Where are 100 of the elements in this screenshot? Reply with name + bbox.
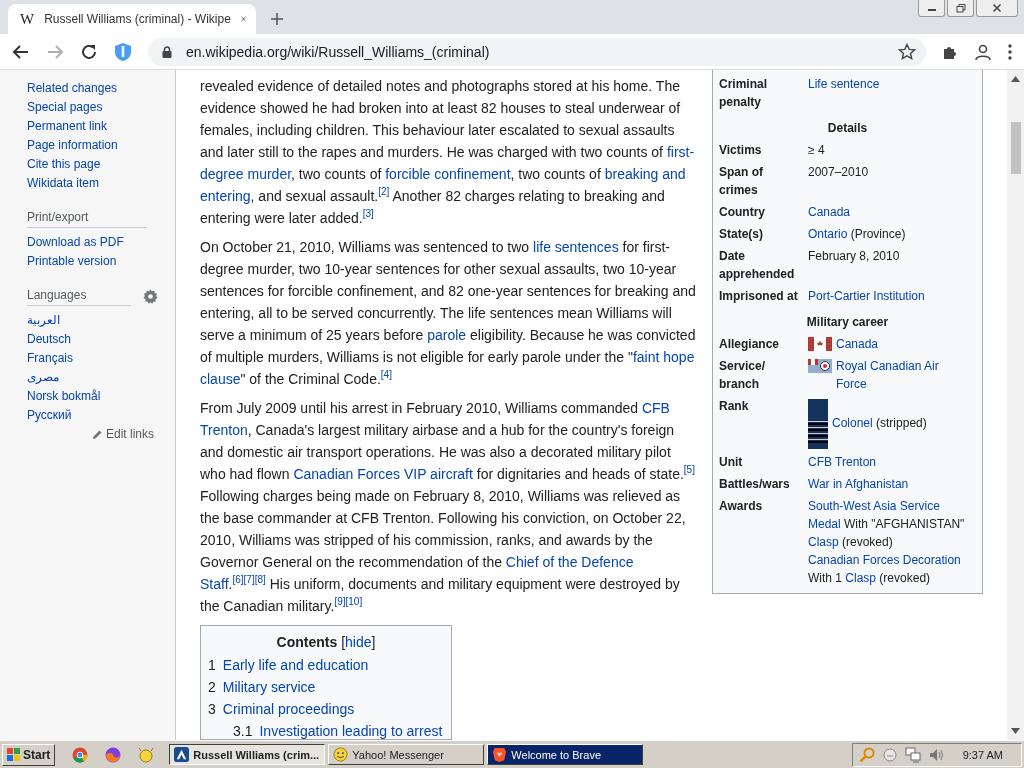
reference-link[interactable]: [10] bbox=[345, 596, 363, 607]
sidebar-heading: Print/export bbox=[27, 208, 147, 228]
infobox-label: Service/ branch bbox=[718, 358, 767, 393]
infobox-section-heading: Military career bbox=[805, 314, 890, 331]
sidebar-link[interactable]: Page information bbox=[27, 136, 175, 155]
article-link[interactable]: life sentences bbox=[533, 239, 619, 255]
infobox-value: (revoked) bbox=[878, 571, 931, 585]
close-icon[interactable] bbox=[240, 14, 246, 24]
sidebar-link[interactable]: Cite this page bbox=[27, 155, 175, 174]
contents-item[interactable]: 2 Military service bbox=[208, 680, 444, 695]
infobox-value: (Province) bbox=[849, 227, 906, 241]
sidebar-link[interactable]: Related changes bbox=[27, 79, 175, 98]
article-link[interactable]: Trenton bbox=[200, 422, 248, 438]
menu-icon[interactable] bbox=[1008, 43, 1012, 60]
reference-link[interactable]: [2] bbox=[378, 186, 390, 197]
hide-link[interactable]: [hide] bbox=[341, 634, 376, 650]
infobox-link[interactable]: Clasp bbox=[845, 571, 877, 585]
language-link[interactable]: العربية bbox=[27, 311, 175, 330]
sidebar-link[interactable]: Permanent link bbox=[27, 117, 175, 136]
infobox-section-heading: Details bbox=[826, 120, 869, 137]
infobox-value: With 1 bbox=[808, 571, 843, 585]
reference-link[interactable]: [9] bbox=[334, 596, 346, 607]
sidebar-link[interactable]: Printable version bbox=[27, 252, 175, 271]
reference-link[interactable]: [4] bbox=[380, 369, 392, 380]
article-link[interactable]: parole bbox=[427, 327, 467, 343]
infobox-label: Criminal penalty bbox=[718, 76, 768, 111]
settings-icon[interactable] bbox=[143, 288, 158, 304]
lion-shield-icon bbox=[492, 747, 508, 762]
browser-tab[interactable]: W Russell Williams (criminal) - Wikipe bbox=[8, 4, 256, 34]
article-link[interactable]: faint hope bbox=[632, 349, 695, 365]
infobox-link[interactable]: CFB Trenton bbox=[808, 455, 877, 469]
reload-icon[interactable] bbox=[80, 42, 98, 61]
network-icon[interactable] bbox=[904, 746, 921, 763]
back-icon[interactable] bbox=[12, 42, 30, 61]
infobox-label: Span of crimes bbox=[718, 164, 764, 199]
infobox-value: ≥ 4 bbox=[808, 143, 825, 157]
scroll-down-icon[interactable] bbox=[1011, 728, 1020, 734]
start-button[interactable]: Start bbox=[2, 743, 56, 766]
infobox-link[interactable]: Royal Canadian Air bbox=[836, 359, 939, 373]
browser-icon[interactable] bbox=[72, 746, 89, 763]
article-link[interactable]: Staff bbox=[200, 576, 229, 592]
sidebar-link[interactable]: Wikidata item bbox=[27, 174, 175, 193]
reference-link[interactable]: [5] bbox=[683, 464, 695, 475]
article-link[interactable]: degree murder bbox=[200, 166, 292, 182]
sidebar-link[interactable]: Special pages bbox=[27, 98, 175, 117]
contents-item[interactable]: 3.1 Investigation leading to arrest bbox=[208, 724, 443, 739]
article-link[interactable]: Canadian Forces VIP aircraft bbox=[293, 466, 473, 482]
edit-links-link[interactable]: Edit links bbox=[106, 427, 155, 441]
infobox-link[interactable]: Life sentence bbox=[808, 77, 880, 91]
speaker-icon[interactable] bbox=[928, 747, 945, 762]
infobox-link[interactable]: Canadian Forces Decoration bbox=[808, 553, 961, 567]
language-link[interactable]: مصرى bbox=[27, 368, 175, 387]
sidebar-link[interactable]: Download as PDF bbox=[27, 233, 175, 252]
face-icon[interactable] bbox=[882, 747, 897, 762]
infobox-value: 2007–2010 bbox=[808, 165, 869, 179]
language-link[interactable]: Deutsch bbox=[27, 330, 175, 349]
tab-title: Russell Williams (criminal) - Wikipe bbox=[44, 12, 231, 26]
reference-link[interactable]: [3] bbox=[362, 208, 374, 219]
article-link[interactable]: CFB bbox=[641, 400, 670, 416]
infobox-link[interactable]: South-West Asia Service bbox=[808, 499, 940, 513]
infobox-link[interactable]: Force bbox=[836, 377, 867, 391]
restore-icon bbox=[955, 3, 966, 13]
address-bar[interactable]: en.wikipedia.org/wiki/Russell_Williams_(criminal) bbox=[148, 37, 926, 66]
minimize-button[interactable] bbox=[918, 0, 945, 17]
article-link[interactable]: clause bbox=[200, 371, 241, 387]
star-icon[interactable] bbox=[898, 42, 916, 61]
infobox-value: (stripped) bbox=[875, 416, 927, 430]
scrollbar[interactable] bbox=[1007, 70, 1024, 740]
taskbar-button[interactable]: Yahoo! Messenger bbox=[328, 744, 485, 765]
article-link[interactable]: forcible confinement bbox=[385, 166, 511, 182]
scroll-up-icon[interactable] bbox=[1011, 76, 1020, 82]
article-link[interactable]: entering bbox=[200, 188, 251, 204]
article-paragraph: On October 21, 2010, Williams was sentenced to two life sentences for first- degree murder, two 10-year sentences for other sexual assaults, two 10-year sentences for forcible confinement, and 82 one-year sentences for breaking and entering, all to be served concurrently. The life sentences mean Williams will serve a minimum of 25 years before parole eligibility. Because he was convicted of multiple murders, Williams is not eligible for early parole under the "faint hope clause" of the Criminal Code.$^{[4]}$ bbox=[200, 238, 697, 389]
infobox-link[interactable]: Port-Cartier Institution bbox=[808, 289, 925, 303]
infobox-link[interactable]: Ontario bbox=[808, 227, 848, 241]
article-link[interactable]: first- bbox=[666, 144, 695, 160]
tab-favicon: W bbox=[20, 10, 35, 28]
infobox-link[interactable]: War in Afghanistan bbox=[808, 477, 909, 491]
language-link[interactable]: Français bbox=[27, 349, 175, 368]
restore-button[interactable] bbox=[947, 0, 974, 17]
taskbar-button[interactable]: Russell Williams (crim... bbox=[169, 744, 326, 765]
language-link[interactable]: Norsk bokmål bbox=[27, 387, 175, 406]
shield-icon[interactable] bbox=[114, 41, 132, 62]
infobox-link[interactable]: Canada bbox=[836, 337, 879, 351]
plus-icon[interactable] bbox=[270, 12, 284, 26]
infobox-link[interactable]: Canada bbox=[808, 205, 851, 219]
contents-item[interactable]: 1 Early life and education bbox=[208, 658, 444, 673]
infobox-link[interactable]: Colonel bbox=[832, 416, 873, 430]
language-link[interactable]: Русский bbox=[27, 406, 175, 425]
ensign-icon bbox=[808, 359, 832, 373]
contents-item[interactable]: 3 Criminal proceedings bbox=[208, 702, 444, 717]
article-link[interactable]: Chief of the Defence bbox=[505, 554, 634, 570]
taskbar-button[interactable]: Welcome to Brave bbox=[487, 744, 644, 765]
fox-browser-icon[interactable] bbox=[105, 746, 122, 763]
profile-icon[interactable] bbox=[974, 42, 992, 61]
scroll-thumb[interactable] bbox=[1010, 122, 1021, 174]
infobox-link[interactable]: Clasp bbox=[808, 535, 839, 549]
article-link[interactable]: breaking and bbox=[604, 166, 686, 182]
infobox-link[interactable]: Medal bbox=[808, 517, 841, 531]
reference-link[interactable]: [6] bbox=[232, 574, 244, 585]
